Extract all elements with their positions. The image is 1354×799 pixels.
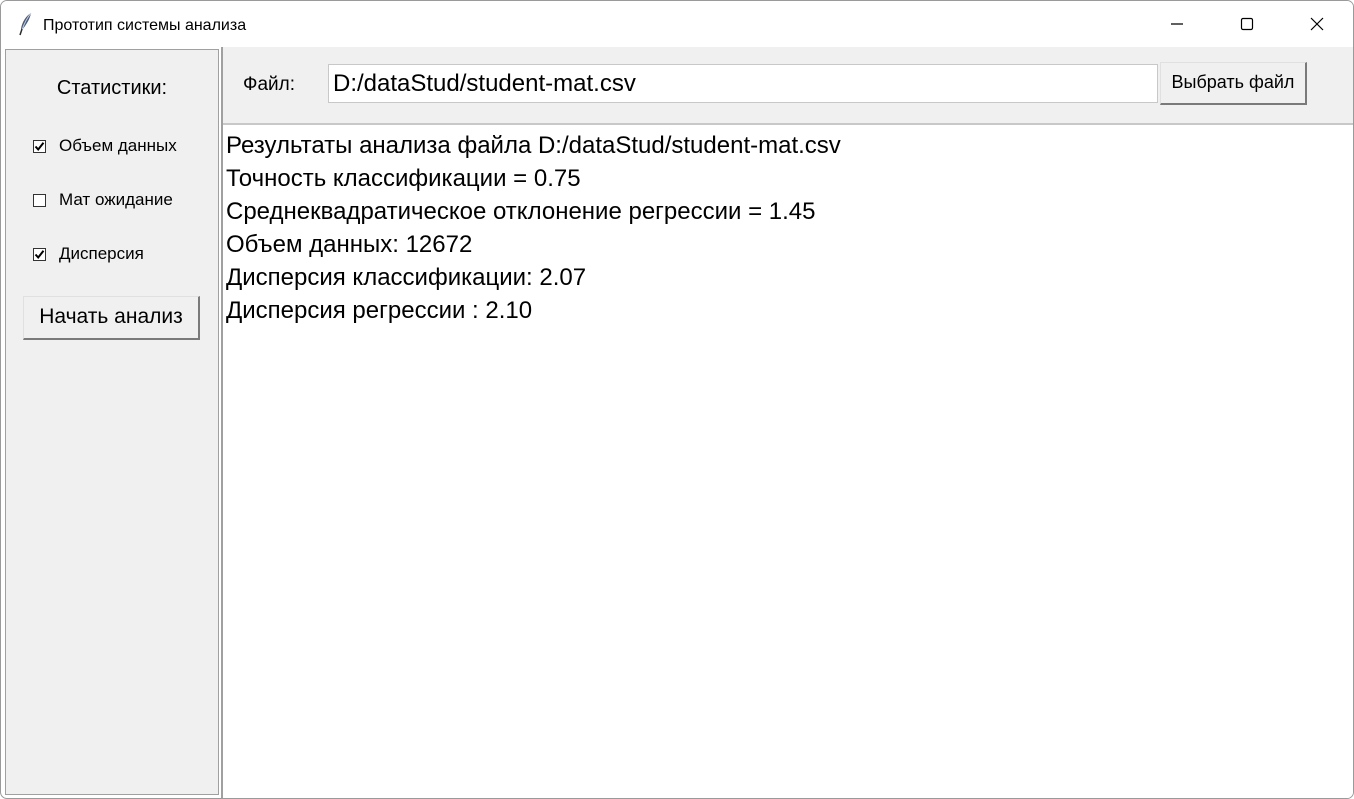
checkbox-expectation[interactable]: Мат ожидание xyxy=(33,190,173,210)
file-path-input[interactable] xyxy=(328,64,1158,103)
checkbox-label: Объем данных xyxy=(59,136,177,155)
statistics-panel: Статистики: Объем данных Мат ожидание Ди… xyxy=(5,49,219,795)
result-line: Дисперсия регрессии : 2.10 xyxy=(226,297,533,324)
maximize-icon xyxy=(1240,17,1254,31)
app-window: Прототип системы анализа Статистики: Объ… xyxy=(0,0,1354,799)
minimize-button[interactable] xyxy=(1142,1,1212,47)
maximize-button[interactable] xyxy=(1212,1,1282,47)
file-label: Файл: xyxy=(243,74,295,95)
statistics-label: Статистики: xyxy=(56,77,168,99)
window-title: Прототип системы анализа xyxy=(43,17,247,34)
close-button[interactable] xyxy=(1282,1,1352,47)
main-area: Файл: Выбрать файл Результаты анализа фа… xyxy=(221,47,1353,798)
minimize-icon xyxy=(1171,23,1183,25)
close-icon xyxy=(1310,17,1324,31)
checkbox-data-volume[interactable]: Объем данных xyxy=(33,136,177,156)
result-line: Среднеквадратическое отклонение регресси… xyxy=(226,198,816,225)
checkbox-label: Дисперсия xyxy=(59,244,144,263)
checkmark-icon xyxy=(34,249,45,259)
feather-icon xyxy=(17,12,35,36)
checkbox-box[interactable] xyxy=(33,247,46,261)
result-line: Точность классификации = 0.75 xyxy=(226,165,581,192)
result-header: Результаты анализа файла D:/dataStud/stu… xyxy=(226,132,841,159)
file-bar: Файл: Выбрать файл xyxy=(223,47,1353,125)
checkbox-label: Мат ожидание xyxy=(59,190,173,209)
result-line: Объем данных: 12672 xyxy=(226,231,473,258)
title-bar[interactable]: Прототип системы анализа xyxy=(1,1,1353,47)
checkbox-box[interactable] xyxy=(33,139,46,153)
checkbox-box[interactable] xyxy=(33,193,46,207)
checkmark-icon xyxy=(34,141,45,151)
start-analysis-button[interactable]: Начать анализ xyxy=(23,296,200,340)
choose-file-button[interactable]: Выбрать файл xyxy=(1160,62,1307,105)
result-line: Дисперсия классификации: 2.07 xyxy=(226,264,587,291)
results-text-area[interactable]: Результаты анализа файла D:/dataStud/stu… xyxy=(226,129,1346,327)
checkbox-variance[interactable]: Дисперсия xyxy=(33,244,144,264)
